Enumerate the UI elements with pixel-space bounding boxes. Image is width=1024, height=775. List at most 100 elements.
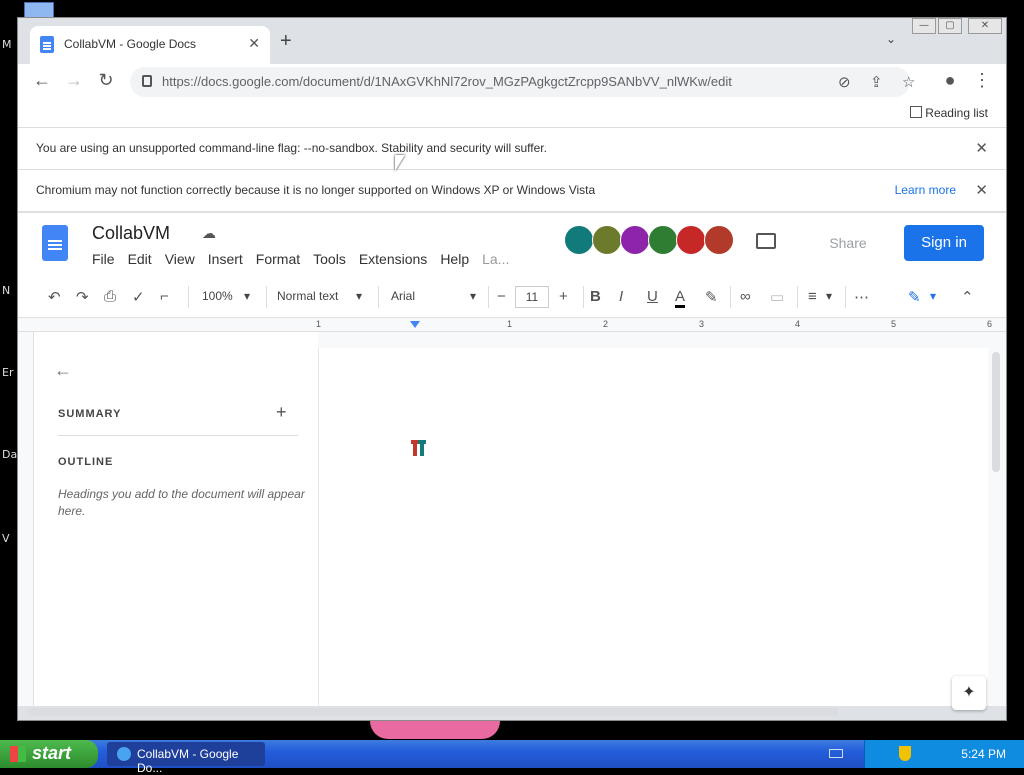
tab-collabvm[interactable]: CollabVM - Google Docs ✕ [30, 26, 270, 64]
close-window-button[interactable]: ✕ [968, 18, 1002, 34]
menu-format[interactable]: Format [256, 251, 300, 267]
desktop-wallpaper-shape [370, 721, 500, 739]
italic-icon[interactable]: I [619, 288, 623, 305]
more-options-icon[interactable]: ⋯ [854, 288, 869, 306]
redo-icon[interactable]: ↷ [76, 288, 89, 306]
forward-arrow-icon[interactable]: → [62, 70, 86, 91]
chevron-down-icon[interactable]: ▾ [826, 289, 832, 303]
menu-help[interactable]: Help [440, 251, 469, 267]
explore-sparkle-icon[interactable]: ✦ [952, 676, 986, 710]
ruler-number: 2 [603, 319, 609, 329]
url-text[interactable]: https://docs.google.com/document/d/1NAxG… [162, 74, 732, 89]
text-color-icon[interactable]: A [675, 288, 686, 308]
profile-avatar-icon[interactable]: ● [938, 70, 962, 91]
start-button[interactable]: start [0, 740, 98, 768]
share-button[interactable]: Share [805, 225, 891, 261]
desktop-icon[interactable] [24, 2, 54, 18]
underline-icon[interactable]: U [647, 288, 658, 305]
security-shield-icon[interactable] [899, 746, 911, 761]
collaborator-avatar[interactable] [564, 225, 594, 255]
menu-extensions[interactable]: Extensions [359, 251, 427, 267]
desktop-label[interactable]: Er [2, 366, 13, 379]
tab-strip: CollabVM - Google Docs ✕ + ⌄ — ▢ ✕ [18, 18, 1006, 64]
infobar-close-icon[interactable]: ✕ [975, 181, 988, 199]
decrease-font-icon[interactable]: − [497, 288, 506, 305]
star-bookmark-icon[interactable]: ☆ [902, 73, 915, 91]
collaborator-avatar[interactable] [620, 225, 650, 255]
new-tab-icon[interactable]: + [280, 30, 292, 53]
cloud-status-icon[interactable]: ☁ [202, 225, 216, 242]
close-outline-arrow-icon[interactable]: ← [54, 360, 72, 381]
reading-list-icon[interactable] [910, 106, 922, 118]
collaborator-avatar[interactable] [704, 225, 734, 255]
font-size-input[interactable]: 11 [515, 286, 549, 308]
divider [378, 286, 379, 308]
sign-in-button[interactable]: Sign in [904, 225, 984, 261]
desktop-label[interactable]: Da [2, 448, 17, 461]
desktop-label[interactable]: V [2, 532, 10, 545]
collaborator-cursors-icon [411, 440, 429, 462]
start-label: start [32, 743, 72, 763]
learn-more-link[interactable]: Learn more [895, 183, 956, 197]
document-page[interactable] [318, 348, 988, 706]
collaborator-avatar[interactable] [648, 225, 678, 255]
collapse-chevron-up-icon[interactable]: ⌃ [961, 288, 974, 306]
menu-edit[interactable]: Edit [128, 251, 152, 267]
link-icon[interactable]: ∞ [740, 288, 751, 305]
reading-list-button[interactable]: Reading list [925, 106, 988, 120]
tab-close-icon[interactable]: ✕ [248, 35, 260, 52]
document-title[interactable]: CollabVM [92, 223, 170, 244]
system-tray: 5:24 PM [829, 740, 1024, 768]
menu-last-edit[interactable]: La... [482, 251, 509, 267]
address-bar[interactable]: https://docs.google.com/document/d/1NAxG… [130, 67, 915, 97]
add-comment-icon[interactable]: ▭ [770, 288, 784, 306]
docs-favicon-icon [40, 36, 54, 53]
chevron-down-icon[interactable]: ▾ [470, 289, 476, 303]
desktop-label[interactable]: N [2, 284, 10, 297]
maximize-button[interactable]: ▢ [938, 18, 962, 34]
highlight-icon[interactable]: ✎ [705, 288, 718, 306]
clock[interactable]: 5:24 PM [961, 747, 1006, 761]
infobar-close-icon[interactable]: ✕ [975, 139, 988, 157]
share-icon[interactable]: ⇪ [870, 73, 883, 91]
keyboard-icon[interactable] [829, 749, 843, 758]
docs-logo-icon[interactable] [42, 225, 68, 261]
browser-toolbar: ← → ↻ https://docs.google.com/document/d… [18, 64, 1006, 100]
vertical-scrollbar[interactable] [992, 352, 1000, 472]
indent-marker[interactable] [410, 321, 420, 328]
kebab-menu-icon[interactable]: ⋮ [970, 70, 994, 91]
divider [188, 286, 189, 308]
desktop-label[interactable]: M [2, 38, 12, 51]
style-select[interactable]: Normal text [277, 289, 338, 303]
reload-icon[interactable]: ↻ [94, 70, 118, 91]
align-icon[interactable]: ≡ [808, 288, 817, 305]
print-icon[interactable]: ⎙ [104, 288, 116, 305]
taskbar-item-chromium[interactable]: CollabVM - Google Do... [107, 742, 265, 775]
tab-search-chevron-icon[interactable]: ⌄ [886, 32, 896, 46]
collaborator-avatar[interactable] [676, 225, 706, 255]
horizontal-scrollbar[interactable] [28, 708, 838, 716]
paint-format-icon[interactable]: ⌐ [160, 288, 169, 305]
menu-tools[interactable]: Tools [313, 251, 346, 267]
back-arrow-icon[interactable]: ← [30, 70, 54, 91]
font-select[interactable]: Arial [391, 289, 415, 303]
comments-icon[interactable] [756, 233, 776, 249]
minimize-button[interactable]: — [912, 18, 936, 34]
bold-icon[interactable]: B [590, 288, 601, 305]
chevron-down-icon[interactable]: ▾ [356, 289, 362, 303]
zoom-select[interactable]: 100% [202, 289, 233, 303]
hide-eye-icon[interactable]: ⊘ [838, 73, 851, 91]
editing-mode-pencil-icon[interactable]: ✎ [908, 288, 921, 306]
spellcheck-icon[interactable]: ✓ [132, 288, 145, 306]
add-summary-icon[interactable]: + [276, 402, 287, 423]
outline-heading: OUTLINE [58, 456, 114, 468]
menu-file[interactable]: File [92, 251, 115, 267]
menu-view[interactable]: View [165, 251, 195, 267]
collaborator-avatar[interactable] [592, 225, 622, 255]
menu-insert[interactable]: Insert [208, 251, 243, 267]
taskbar: start CollabVM - Google Do... 5:24 PM [0, 740, 1024, 775]
increase-font-icon[interactable]: + [559, 288, 568, 305]
chevron-down-icon[interactable]: ▾ [244, 289, 250, 303]
chevron-down-icon[interactable]: ▾ [930, 289, 936, 303]
undo-icon[interactable]: ↶ [48, 288, 61, 306]
